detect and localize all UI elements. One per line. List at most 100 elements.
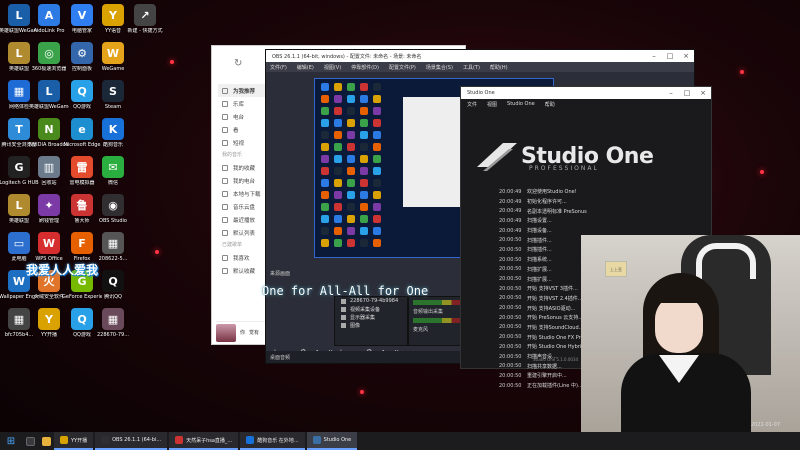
preview-app-icon (373, 191, 381, 199)
obs-menu-item[interactable]: 配置文件(P) (389, 64, 416, 71)
studio-one-menu-item[interactable]: Studio One (507, 101, 535, 107)
desktop-icon[interactable]: ▥ 回收站 (32, 156, 66, 186)
refresh-icon[interactable]: ↻ (234, 58, 242, 69)
studio-one-titlebar[interactable]: Studio One – □ × (461, 87, 711, 99)
nav-item-icon (222, 100, 228, 107)
preview-app-icon (321, 143, 329, 151)
preview-app-icon (321, 83, 329, 91)
desktop-icon[interactable]: W WPS Office (32, 232, 66, 262)
scenes-label: 来源画面 (270, 271, 291, 277)
obs-menu-item[interactable]: 视图(V) (324, 64, 341, 71)
source-item[interactable]: 图像 (335, 321, 407, 329)
obs-title: OBS 26.1.1 (64-bit, windows) - 配置文件: 未命名… (272, 53, 422, 60)
studio-one-menu-item[interactable]: 文件 (467, 101, 477, 108)
app-icon: N (38, 118, 60, 140)
file-explorer-icon[interactable] (38, 432, 54, 450)
source-type-icon (341, 306, 346, 312)
preview-app-icon (347, 191, 355, 199)
maximize-icon[interactable]: □ (679, 89, 695, 97)
preview-app-icon (334, 239, 342, 247)
music-nav-label: 默认列表 (233, 230, 256, 237)
obs-menu-item[interactable]: 帮助(H) (490, 64, 508, 71)
taskbar-app-button[interactable]: YY开播 (54, 432, 94, 450)
desktop-icon[interactable]: ✦ 刷钱管理 (32, 194, 66, 224)
desktop-icon[interactable]: A AidoLink Pro (32, 4, 66, 34)
preview-app-icon (321, 191, 329, 199)
preview-app-icon (373, 119, 381, 127)
app-icon: ▦ (8, 80, 30, 102)
music-nav-label: 我的电台 (233, 178, 256, 185)
preview-app-icon (347, 239, 355, 247)
taskbar-app-icon (175, 436, 184, 444)
desktop-icon[interactable]: ↗ 新建 - 快捷方式 (128, 4, 162, 34)
avatar[interactable] (216, 323, 236, 342)
close-icon[interactable]: × (695, 89, 711, 97)
minimize-icon[interactable]: – (646, 52, 662, 60)
log-time: 20:00:50 (499, 237, 522, 244)
desktop-icon[interactable]: Q 腾讯QQ (96, 270, 130, 300)
studio-one-menubar: 文件 视图 Studio One 帮助 (461, 99, 711, 109)
desktop-icon[interactable]: ▦ 228670-79... (96, 308, 130, 338)
desktop-icon[interactable]: ✉ 微信 (96, 156, 130, 186)
nav-item-icon (222, 216, 228, 223)
desktop-icon-label: Steam (104, 104, 122, 110)
app-icon: Y (38, 308, 60, 330)
desktop-icon[interactable]: W WeGame (96, 42, 130, 72)
nav-item-icon (222, 126, 228, 133)
obs-menu-item[interactable]: 编辑(E) (297, 64, 314, 71)
preview-app-icon (347, 227, 355, 235)
audio-mixer-panel[interactable]: 音频输出采集 麦克风 (408, 296, 466, 346)
obs-menu-item[interactable]: 停靠部件(D) (351, 64, 379, 71)
desktop-icon[interactable]: L英雄联盟WeGame版 (29, 80, 69, 110)
source-item[interactable]: 视频采集设备 (335, 305, 407, 313)
desktop-icon[interactable]: Y YY开播 (32, 308, 66, 338)
app-icon: K (102, 118, 124, 140)
maximize-icon[interactable]: □ (662, 52, 678, 60)
preview-app-icon (347, 215, 355, 223)
preview-app-icon (373, 83, 381, 91)
preview-app-icon (373, 131, 381, 139)
preview-app-icon (360, 179, 368, 187)
taskbar-app-button[interactable]: 天然呆子hsa直播_... (169, 432, 239, 450)
obs-menu-item[interactable]: 场景集合(S) (426, 64, 453, 71)
taskbar-app-button[interactable]: Studio One (306, 432, 358, 450)
windows-start-icon[interactable]: ⊞ (0, 436, 22, 447)
desktop-icons: L英雄联盟WeGame版AAidoLink ProV电脑管家YYY语音↗新建 -… (0, 0, 162, 432)
source-item[interactable]: 显示器采集 (335, 313, 407, 321)
taskbar-app-button[interactable]: 酷狗音乐 在外地... (240, 432, 305, 450)
desktop-icon[interactable]: ◉ OBS Studio (96, 194, 130, 224)
obs-menu-item[interactable]: 工具(T) (463, 64, 480, 71)
close-icon[interactable]: × (678, 52, 694, 60)
sources-panel[interactable]: 228670-79-4b9984 视频采集设备 显示器采集 图像 (334, 296, 408, 346)
desktop-brand-text: 我爱人人爱我 (26, 263, 99, 277)
log-time: 20:00:50 (499, 246, 522, 253)
log-message: 开始 支持ASIO驱动... (527, 305, 576, 312)
search-icon[interactable] (22, 432, 38, 450)
minimize-icon[interactable]: – (663, 89, 679, 97)
app-icon: ▦ (8, 308, 30, 330)
desktop-icon[interactable]: ◎ 360极速浏览器 (32, 42, 66, 72)
desktop-icon[interactable]: N NVIDIA Broadcast (29, 118, 69, 148)
desktop-icon[interactable]: S Steam (96, 80, 130, 110)
desktop-icon[interactable]: ▦ 208622-5... (96, 232, 130, 262)
log-time: 20:00:50 (499, 285, 522, 292)
desktop-icon-label: 新建 - 快捷方式 (127, 28, 163, 34)
desktop-icon[interactable]: K 酷狗音乐 (96, 118, 130, 148)
app-icon: ⚙ (71, 42, 93, 64)
app-icon: Q (71, 308, 93, 330)
studio-one-menu-item[interactable]: 视图 (487, 101, 497, 108)
desktop-icon-label: 208622-5... (98, 256, 128, 262)
obs-titlebar[interactable]: OBS 26.1.1 (64-bit, windows) - 配置文件: 未命名… (266, 50, 694, 62)
app-icon: ▥ (38, 156, 60, 178)
studio-one-menu-item[interactable]: 帮助 (545, 101, 555, 108)
obs-menu-item[interactable]: 文件(F) (270, 64, 287, 71)
log-time: 20:00:50 (499, 314, 522, 321)
preview-app-icon (347, 131, 355, 139)
log-message: 正在加载插件(Line 中)... (527, 383, 583, 390)
taskbar-app-icon (312, 436, 321, 444)
music-nav-label: 默认收藏 (233, 268, 256, 275)
source-item[interactable]: 228670-79-4b9984 (335, 297, 407, 305)
desktop-icon-label: OBS Studio (99, 218, 127, 224)
taskbar-app-label: 酷狗音乐 在外地... (257, 437, 299, 444)
taskbar-app-button[interactable]: OBS 26.1.1 (64-bi... (95, 432, 168, 450)
